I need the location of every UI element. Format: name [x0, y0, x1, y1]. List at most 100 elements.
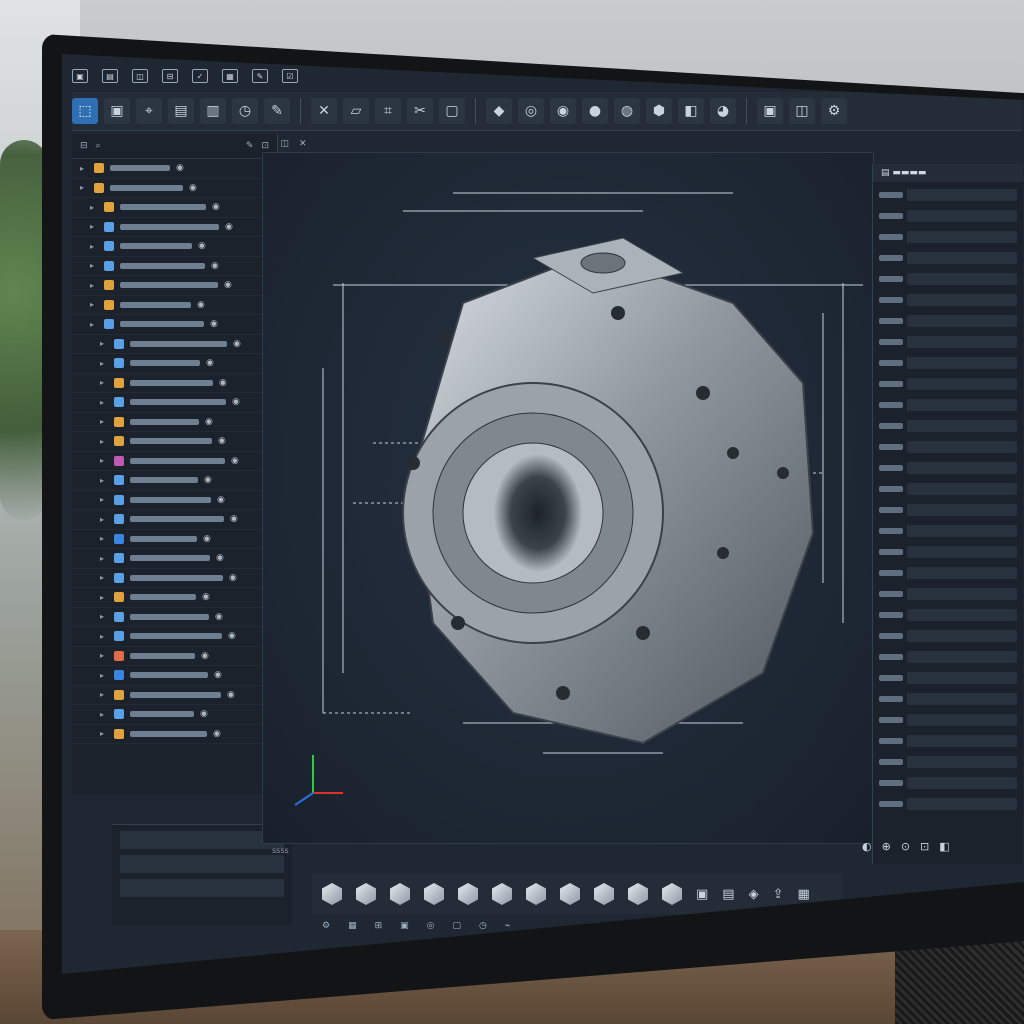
property-value-field[interactable] [907, 188, 1017, 201]
visibility-eye-icon[interactable]: ◉ [204, 475, 212, 485]
visibility-eye-icon[interactable]: ◉ [201, 651, 209, 661]
tree-item[interactable]: ▸ ◉ [72, 354, 277, 374]
select-icon[interactable]: ⬚ [72, 98, 98, 124]
property-value-field[interactable] [907, 482, 1017, 495]
visibility-eye-icon[interactable]: ◉ [203, 534, 211, 544]
tree-item[interactable]: ▸ ◉ [72, 432, 277, 452]
expand-arrow-icon[interactable]: ▸ [100, 573, 108, 582]
ring-icon[interactable]: ◉ [550, 98, 576, 124]
property-value-field[interactable] [907, 755, 1017, 768]
property-row[interactable] [879, 417, 1017, 434]
tree-item[interactable]: ▸ ◉ [72, 666, 277, 686]
visibility-eye-icon[interactable]: ◉ [231, 456, 239, 466]
sphere-icon[interactable]: ◕ [710, 98, 736, 124]
expand-arrow-icon[interactable]: ▸ [100, 671, 108, 680]
property-row[interactable] [879, 543, 1017, 560]
view-icon[interactable]: ◫ [132, 69, 148, 83]
expand-arrow-icon[interactable]: ▸ [90, 320, 98, 329]
expand-arrow-icon[interactable]: ▸ [90, 203, 98, 212]
property-row[interactable] [879, 333, 1017, 350]
help-icon[interactable]: ✎ [252, 69, 268, 83]
property-value-field[interactable] [907, 608, 1017, 621]
prism-shape-icon[interactable] [424, 883, 444, 905]
property-value-field[interactable] [907, 272, 1017, 285]
solid-icon[interactable]: ◆ [486, 98, 512, 124]
zoom-icon[interactable]: ⊙ [901, 840, 910, 853]
property-row[interactable] [879, 186, 1017, 203]
mesh-icon[interactable] [560, 883, 580, 905]
visibility-eye-icon[interactable]: ◉ [217, 495, 225, 505]
property-value-field[interactable] [907, 398, 1017, 411]
tree-item[interactable]: ▸ ◉ [72, 198, 277, 218]
property-row[interactable] [879, 438, 1017, 455]
property-row[interactable] [879, 480, 1017, 497]
expand-arrow-icon[interactable]: ▸ [80, 164, 88, 173]
section-icon[interactable]: ◧ [939, 840, 949, 853]
pan-icon[interactable]: ⊕ [882, 840, 891, 853]
clock-icon[interactable]: ◷ [479, 921, 487, 931]
cut-icon[interactable]: ✂ [407, 98, 433, 124]
visibility-eye-icon[interactable]: ◉ [215, 612, 223, 622]
property-row[interactable] [879, 669, 1017, 686]
expand-arrow-icon[interactable]: ▸ [100, 534, 108, 543]
property-row[interactable] [879, 795, 1017, 812]
visibility-eye-icon[interactable]: ◉ [229, 573, 237, 583]
expand-arrow-icon[interactable]: ▸ [90, 300, 98, 309]
expand-arrow-icon[interactable]: ▸ [100, 651, 108, 660]
visibility-eye-icon[interactable]: ◉ [233, 339, 241, 349]
property-row[interactable] [879, 564, 1017, 581]
property-row[interactable] [879, 291, 1017, 308]
expand-arrow-icon[interactable]: ▸ [100, 729, 108, 738]
visibility-eye-icon[interactable]: ◉ [225, 222, 233, 232]
visibility-eye-icon[interactable]: ◉ [202, 592, 210, 602]
expand-arrow-icon[interactable]: ▸ [100, 378, 108, 387]
solid-shape-icon[interactable] [662, 883, 682, 905]
trim-icon[interactable]: ✕ [311, 98, 337, 124]
expand-arrow-icon[interactable]: ▸ [80, 183, 88, 192]
expand-arrow-icon[interactable]: ▸ [90, 222, 98, 231]
mini-panel-row[interactable] [120, 855, 284, 873]
property-row[interactable] [879, 648, 1017, 665]
tree-search-icon[interactable]: ⌕ [96, 141, 101, 151]
visibility-eye-icon[interactable]: ◉ [219, 378, 227, 388]
pattern-icon[interactable]: ⌗ [375, 98, 401, 124]
cube3-shape-icon[interactable] [526, 883, 546, 905]
pencil-icon[interactable]: ✎ [264, 98, 290, 124]
mesh3-icon[interactable] [628, 883, 648, 905]
tree-item[interactable]: ▸ ◉ [72, 471, 277, 491]
property-value-field[interactable] [907, 377, 1017, 390]
tree-item[interactable]: ▸ ◉ [72, 374, 277, 393]
expand-arrow-icon[interactable]: ▸ [100, 710, 108, 719]
layers-icon[interactable]: ▦ [348, 921, 357, 931]
view-cube-icon[interactable]: ▣ [757, 98, 783, 124]
property-value-field[interactable] [907, 713, 1017, 726]
insert-icon[interactable]: ⊟ [162, 69, 178, 83]
visibility-eye-icon[interactable]: ◉ [211, 261, 219, 271]
visibility-eye-icon[interactable]: ◉ [227, 690, 235, 700]
property-value-field[interactable] [907, 293, 1017, 306]
clock-icon[interactable]: ◷ [232, 98, 258, 124]
property-row[interactable] [879, 228, 1017, 245]
expand-arrow-icon[interactable]: ▸ [100, 690, 108, 699]
window-icon[interactable]: ▦ [222, 69, 238, 83]
tab-close[interactable]: ✕ [299, 139, 307, 149]
expand-arrow-icon[interactable]: ▸ [100, 417, 108, 426]
expand-arrow-icon[interactable]: ▸ [90, 281, 98, 290]
mini-panel-row[interactable] [120, 879, 284, 897]
visibility-eye-icon[interactable]: ◉ [200, 709, 208, 719]
export-icon[interactable]: ⇪ [773, 887, 784, 902]
tree-item[interactable]: ▸ ◉ [72, 549, 277, 569]
tree-item[interactable]: ▸ ◉ [72, 393, 277, 413]
expand-arrow-icon[interactable]: ▸ [100, 339, 108, 348]
body-icon[interactable]: ⬢ [646, 98, 672, 124]
tree-item[interactable]: ▸ ◉ [72, 452, 277, 471]
tree-item[interactable]: ▸ ◉ [72, 705, 277, 725]
expand-arrow-icon[interactable]: ▸ [90, 242, 98, 251]
expand-arrow-icon[interactable]: ▸ [100, 359, 108, 368]
expand-arrow-icon[interactable]: ▸ [100, 515, 108, 524]
visibility-eye-icon[interactable]: ◉ [197, 300, 205, 310]
visibility-eye-icon[interactable]: ◉ [228, 631, 236, 641]
visibility-eye-icon[interactable]: ◉ [189, 183, 197, 193]
property-row[interactable] [879, 711, 1017, 728]
sketch-icon[interactable]: ▱ [343, 98, 369, 124]
